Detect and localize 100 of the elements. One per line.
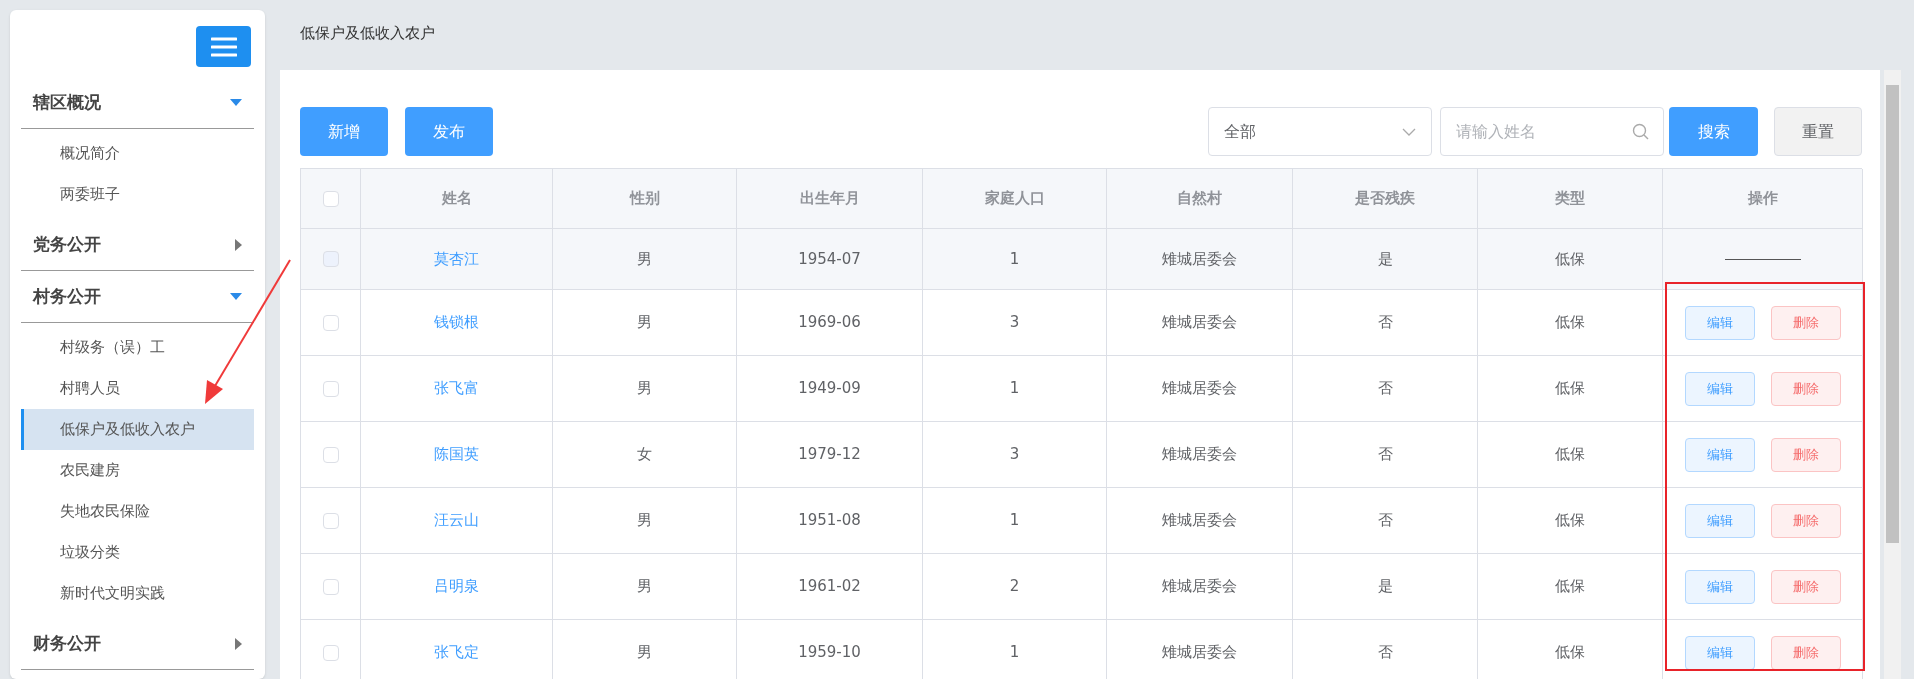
column-header: 是否残疾 — [1355, 188, 1415, 210]
table-cell-text: 是 — [1377, 248, 1393, 270]
search-button[interactable]: 搜索 — [1669, 107, 1758, 156]
table-cell-text: 男 — [637, 248, 652, 270]
table-cell-text: 低保 — [1555, 444, 1585, 466]
table-cell-text: 雉城居委会 — [1162, 576, 1237, 598]
row-checkbox[interactable] — [322, 314, 339, 331]
delete-button[interactable]: 删除 — [1770, 569, 1841, 604]
table-cell-text: 1951-08 — [798, 510, 861, 532]
table-cell-text: 雉城居委会 — [1162, 510, 1237, 532]
name-link[interactable]: 钱锁根 — [434, 311, 479, 334]
table-cell-text: 1 — [1009, 642, 1020, 664]
table-cell-text: 1 — [1009, 248, 1020, 270]
column-header: 姓名 — [441, 188, 472, 210]
table-cell-text: 1961-02 — [798, 576, 861, 598]
row-checkbox[interactable] — [322, 578, 339, 595]
table-cell-text: 低保 — [1555, 248, 1585, 270]
name-search-field[interactable]: 请输入姓名 — [1440, 107, 1664, 156]
search-icon — [1632, 123, 1649, 140]
table-cell-text: 否 — [1377, 378, 1393, 400]
row-checkbox[interactable] — [322, 380, 339, 397]
table-cell-text: 男 — [637, 576, 652, 598]
table-cell-text: 否 — [1377, 642, 1393, 664]
delete-button[interactable]: 删除 — [1770, 305, 1841, 340]
edit-button[interactable]: 编辑 — [1684, 371, 1755, 406]
delete-button[interactable]: 删除 — [1770, 503, 1841, 538]
filter-select[interactable]: 全部 — [1208, 107, 1432, 156]
menu-item[interactable]: 低保户及低收入农户 — [21, 409, 254, 450]
row-checkbox[interactable] — [322, 644, 339, 661]
menu-item[interactable]: 概况简介 — [21, 133, 254, 174]
delete-button[interactable]: 删除 — [1770, 371, 1841, 406]
name-link[interactable]: 张飞富 — [434, 377, 479, 400]
page-title: 低保户及低收入农户 — [300, 22, 435, 44]
menu-section-header[interactable]: 党务公开 — [21, 219, 254, 271]
scrollbar-drawing[interactable] — [1884, 70, 1901, 679]
menu-section-header[interactable]: 财务公开 — [21, 618, 254, 670]
row-checkbox[interactable] — [322, 512, 339, 529]
table-cell-text: 否 — [1377, 444, 1393, 466]
caret-right-icon — [235, 637, 242, 650]
name-link[interactable]: 张飞定 — [434, 641, 479, 664]
name-link[interactable]: 汪云山 — [434, 509, 479, 532]
table-cell-text: 雉城居委会 — [1162, 642, 1237, 664]
table-cell-text: 低保 — [1555, 510, 1585, 532]
menu-section-header[interactable]: 辖区概况 — [21, 77, 254, 129]
table-cell-text: 雉城居委会 — [1162, 378, 1237, 400]
table-cell-text: 1954-07 — [798, 248, 861, 270]
table-cell-text: 3 — [1009, 444, 1020, 466]
menu-section-header[interactable]: 村务公开 — [21, 271, 254, 323]
table-cell-text: 雉城居委会 — [1162, 444, 1237, 466]
table-cell-text: 女 — [637, 444, 652, 466]
edit-button[interactable]: 编辑 — [1684, 569, 1755, 604]
menu-item[interactable]: 失地农民保险 — [21, 491, 254, 532]
menu-item[interactable]: 村级务（误）工 — [21, 327, 254, 368]
column-header: 出生年月 — [799, 188, 860, 210]
table-cell-text: 2 — [1009, 576, 1020, 598]
select-all-checkbox[interactable] — [322, 190, 339, 207]
table-cell-text: 雉城居委会 — [1162, 312, 1237, 334]
menu-item[interactable]: 新时代文明实践 — [21, 573, 254, 614]
column-header: 自然村 — [1177, 188, 1222, 210]
menu-item[interactable]: 两委班子 — [21, 174, 254, 215]
menu-item[interactable]: 农民建房 — [21, 450, 254, 491]
caret-right-icon — [235, 238, 242, 251]
column-header: 家庭人口 — [984, 188, 1045, 210]
edit-button[interactable]: 编辑 — [1684, 635, 1755, 670]
reset-button[interactable]: 重置 — [1774, 107, 1862, 156]
table-cell-text: 1979-12 — [798, 444, 861, 466]
menu-icon — [210, 36, 237, 57]
table-cell-text: 男 — [637, 312, 652, 334]
table-cell-text: 男 — [637, 378, 652, 400]
toolbar-button[interactable]: 新增 — [300, 107, 388, 156]
table-cell-text: 男 — [637, 510, 652, 532]
menu-item[interactable]: 村聘人员 — [21, 368, 254, 409]
table-cell-text: 1969-06 — [798, 312, 861, 334]
column-header: 性别 — [629, 188, 660, 210]
table-cell-text: 1949-09 — [798, 378, 861, 400]
table-cell-text: 1959-10 — [798, 642, 861, 664]
table-cell-text: 男 — [637, 642, 652, 664]
menu-button[interactable] — [196, 26, 251, 67]
table-cell-text: 低保 — [1555, 378, 1585, 400]
column-header: 类型 — [1555, 188, 1585, 210]
name-link[interactable]: 吕明泉 — [434, 575, 479, 598]
column-header: 操作 — [1747, 188, 1778, 210]
edit-button[interactable]: 编辑 — [1684, 437, 1755, 472]
table-cell-text: 3 — [1009, 312, 1020, 334]
delete-button[interactable]: 删除 — [1770, 437, 1841, 472]
row-checkbox[interactable] — [322, 446, 339, 463]
caret-down-icon — [230, 99, 242, 106]
table-cell-text: 是 — [1377, 576, 1393, 598]
table-cell-text: 雉城居委会 — [1162, 248, 1237, 270]
caret-down-icon — [230, 293, 242, 300]
table-cell-text: 1 — [1009, 378, 1020, 400]
toolbar-button[interactable]: 发布 — [405, 107, 493, 156]
edit-button[interactable]: 编辑 — [1684, 503, 1755, 538]
table-cell-text: 1 — [1009, 510, 1020, 532]
name-link[interactable]: 陈国英 — [434, 443, 479, 466]
edit-button[interactable]: 编辑 — [1684, 305, 1755, 340]
menu-item[interactable]: 垃圾分类 — [21, 532, 254, 573]
table-cell-text: 否 — [1377, 510, 1393, 532]
table-cell-text: 低保 — [1555, 642, 1585, 664]
delete-button[interactable]: 删除 — [1770, 635, 1841, 670]
